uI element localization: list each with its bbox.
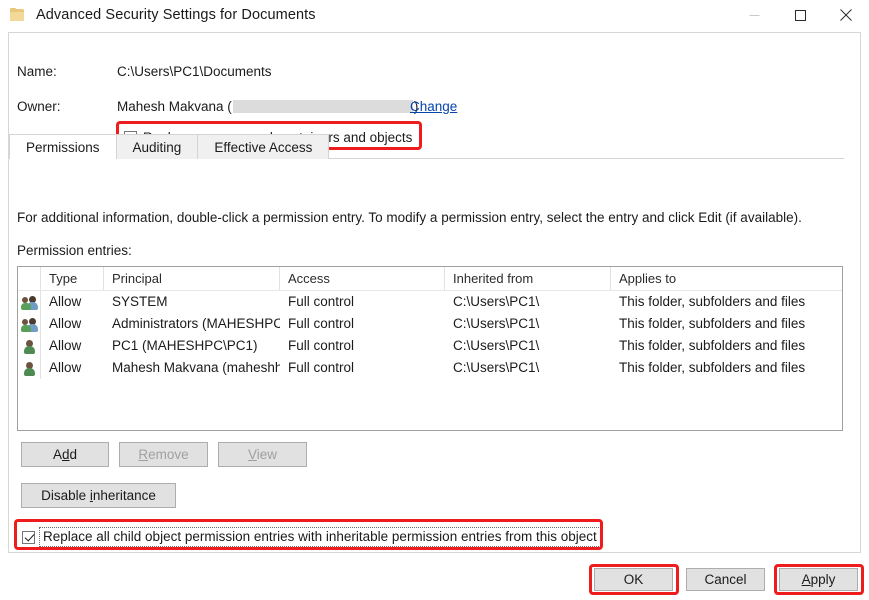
maximize-icon[interactable] bbox=[777, 0, 823, 30]
cell-applies-to: This folder, subfolders and files bbox=[611, 335, 842, 357]
group-icon bbox=[21, 317, 38, 332]
owner-value: Mahesh Makvana () bbox=[117, 99, 418, 114]
tab-strip: Permissions Auditing Effective Access bbox=[9, 133, 844, 159]
redacted-owner-account bbox=[233, 100, 413, 113]
cell-inherited-from: C:\Users\PC1\ bbox=[445, 357, 611, 379]
name-label: Name: bbox=[17, 64, 57, 79]
tab-permissions[interactable]: Permissions bbox=[9, 134, 117, 159]
cell-type: Allow bbox=[41, 313, 104, 335]
remove-accel: R bbox=[138, 447, 148, 462]
cell-type: Allow bbox=[41, 291, 104, 313]
column-header-icon[interactable] bbox=[18, 267, 41, 290]
remove-button[interactable]: Remove bbox=[119, 442, 208, 467]
cell-inherited-from: C:\Users\PC1\ bbox=[445, 291, 611, 313]
cell-principal: PC1 (MAHESHPC\PC1) bbox=[104, 335, 280, 357]
column-header-access[interactable]: Access bbox=[280, 267, 445, 290]
cell-access: Full control bbox=[280, 357, 445, 379]
replace-all-checkbox[interactable]: Replace all child object permission entr… bbox=[22, 527, 601, 547]
row-icon-cell bbox=[18, 313, 41, 335]
disable-accel: i bbox=[90, 488, 93, 503]
table-row[interactable]: Allow Administrators (MAHESHPC\A... Full… bbox=[18, 313, 842, 335]
close-icon[interactable] bbox=[823, 0, 869, 30]
table-row[interactable]: Allow SYSTEM Full control C:\Users\PC1\ … bbox=[18, 291, 842, 313]
cell-type: Allow bbox=[41, 357, 104, 379]
title-bar: Advanced Security Settings for Documents bbox=[0, 0, 869, 30]
group-icon bbox=[21, 295, 38, 310]
minimize-icon[interactable] bbox=[731, 0, 777, 30]
ok-button[interactable]: OK bbox=[594, 568, 673, 591]
cell-principal: Mahesh Makvana (maheshhari... bbox=[104, 357, 280, 379]
permission-entries-label: Permission entries: bbox=[17, 243, 132, 258]
owner-name-prefix: Mahesh Makvana ( bbox=[117, 99, 232, 114]
table-row[interactable]: Allow Mahesh Makvana (maheshhari... Full… bbox=[18, 357, 842, 379]
change-owner-link[interactable]: Change bbox=[410, 99, 457, 114]
cell-type: Allow bbox=[41, 335, 104, 357]
apply-accel: A bbox=[802, 572, 811, 587]
disable-inheritance-button[interactable]: Disable inheritance bbox=[21, 483, 176, 508]
column-header-inherited-from[interactable]: Inherited from bbox=[445, 267, 611, 290]
cancel-button[interactable]: Cancel bbox=[686, 568, 765, 591]
column-header-applies-to[interactable]: Applies to bbox=[611, 267, 842, 290]
folder-icon bbox=[10, 8, 26, 22]
apply-button[interactable]: Apply bbox=[779, 568, 858, 591]
cell-applies-to: This folder, subfolders and files bbox=[611, 313, 842, 335]
info-text: For additional information, double-click… bbox=[17, 210, 802, 225]
name-value: C:\Users\PC1\Documents bbox=[117, 64, 272, 79]
owner-label: Owner: bbox=[17, 99, 61, 114]
table-header-row: Type Principal Access Inherited from App… bbox=[18, 267, 842, 291]
cell-principal: SYSTEM bbox=[104, 291, 280, 313]
row-icon-cell bbox=[18, 335, 41, 357]
cell-applies-to: This folder, subfolders and files bbox=[611, 357, 842, 379]
checkbox-box[interactable] bbox=[22, 531, 35, 544]
add-button[interactable]: Add bbox=[21, 442, 109, 467]
window-controls bbox=[731, 0, 869, 30]
cell-inherited-from: C:\Users\PC1\ bbox=[445, 335, 611, 357]
window-title: Advanced Security Settings for Documents bbox=[36, 7, 316, 23]
cell-access: Full control bbox=[280, 291, 445, 313]
column-header-type[interactable]: Type bbox=[41, 267, 104, 290]
tab-auditing[interactable]: Auditing bbox=[116, 134, 199, 159]
cell-principal: Administrators (MAHESHPC\A... bbox=[104, 313, 280, 335]
user-icon bbox=[21, 361, 38, 376]
table-row[interactable]: Allow PC1 (MAHESHPC\PC1) Full control C:… bbox=[18, 335, 842, 357]
user-icon bbox=[21, 339, 38, 354]
permission-entries-table[interactable]: Type Principal Access Inherited from App… bbox=[17, 266, 843, 431]
row-icon-cell bbox=[18, 291, 41, 313]
column-header-principal[interactable]: Principal bbox=[104, 267, 280, 290]
cell-access: Full control bbox=[280, 335, 445, 357]
tab-effective-access[interactable]: Effective Access bbox=[197, 134, 329, 159]
cell-access: Full control bbox=[280, 313, 445, 335]
row-icon-cell bbox=[18, 357, 41, 379]
cell-inherited-from: C:\Users\PC1\ bbox=[445, 313, 611, 335]
focus-ring: Replace all child object permission entr… bbox=[39, 527, 601, 547]
replace-all-label: Replace all child object permission entr… bbox=[43, 529, 597, 544]
view-button[interactable]: View bbox=[218, 442, 307, 467]
add-accel: d bbox=[62, 447, 70, 462]
cell-applies-to: This folder, subfolders and files bbox=[611, 291, 842, 313]
view-accel: V bbox=[248, 447, 257, 462]
